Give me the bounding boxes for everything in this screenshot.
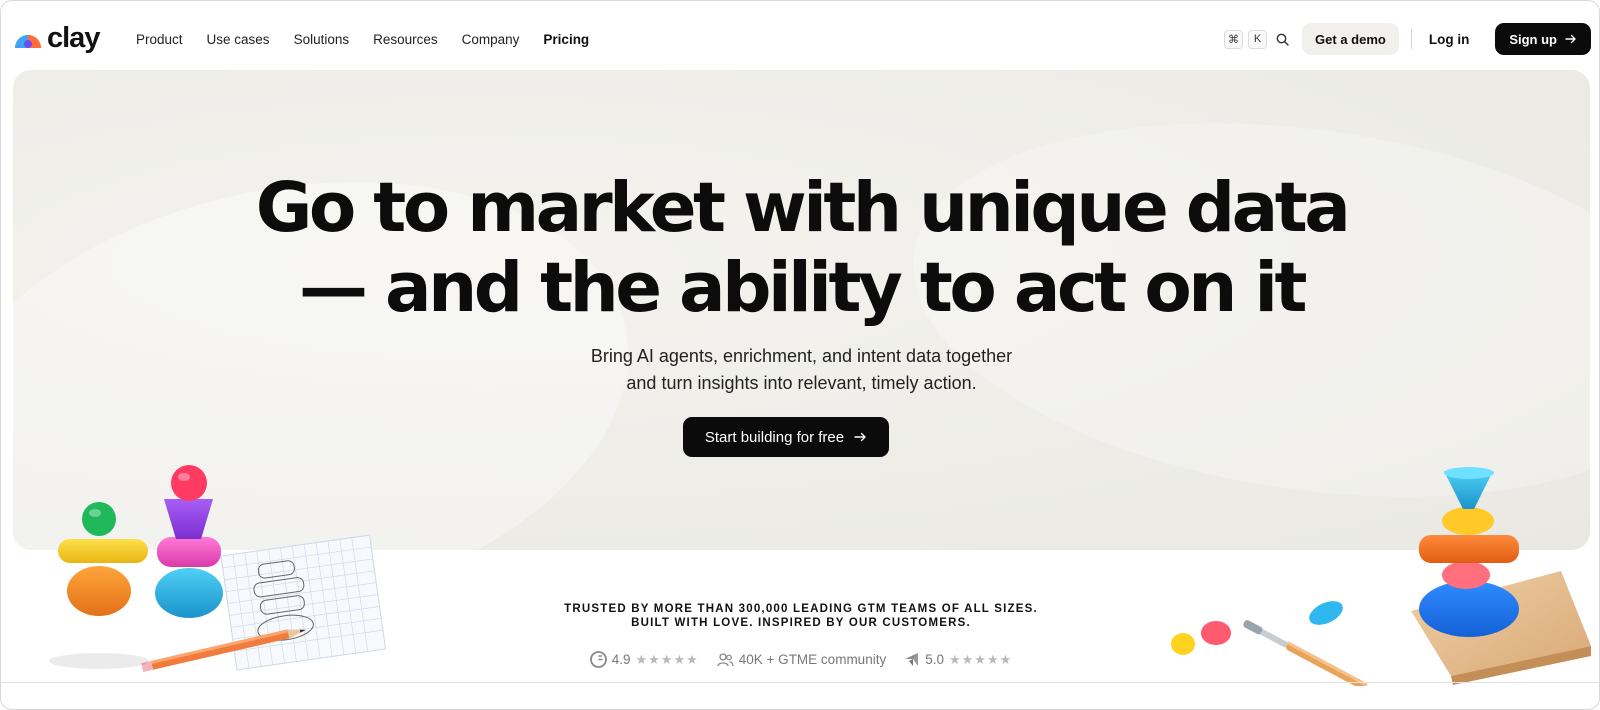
nav-actions: ⌘ K Get a demo Log in Sign up: [1224, 23, 1591, 55]
nav-link-product[interactable]: Product: [136, 30, 183, 50]
search-icon[interactable]: [1274, 31, 1290, 47]
subhead-line-2: and turn insights into relevant, timely …: [626, 373, 977, 393]
clay-logo[interactable]: clay: [13, 22, 100, 54]
nav-link-pricing[interactable]: Pricing: [543, 30, 589, 50]
hero-subhead: Bring AI agents, enrichment, and intent …: [13, 343, 1590, 397]
k-key-badge: K: [1248, 29, 1268, 49]
clay-logo-icon: [15, 35, 41, 48]
arrow-right-icon: [1565, 34, 1576, 44]
community-count[interactable]: 40K + GTME community: [717, 652, 886, 667]
signup-label: Sign up: [1509, 31, 1557, 47]
nav-divider: [1410, 29, 1412, 49]
community-label: 40K + GTME community: [738, 652, 887, 667]
bottom-divider: [1, 682, 1599, 683]
trust-line-2: BUILT WITH LOVE. INSPIRED BY OUR CUSTOME…: [631, 617, 971, 629]
headline-line-2: — and the ability to act on it: [299, 248, 1308, 328]
browser-frame: clay Product Use cases Solutions Resourc…: [0, 0, 1600, 710]
trust-line-1: TRUSTED BY MORE THAN 300,000 LEADING GTM…: [564, 603, 1038, 615]
capterra-stars: ★★★★★: [948, 651, 1013, 667]
signup-button[interactable]: Sign up: [1495, 23, 1591, 55]
top-nav: clay Product Use cases Solutions Resourc…: [1, 1, 1599, 77]
hero-headline: Go to market with unique data — and the …: [13, 168, 1590, 328]
arrow-right-icon: [854, 432, 866, 442]
get-demo-button[interactable]: Get a demo: [1302, 23, 1399, 55]
nav-link-use-cases[interactable]: Use cases: [207, 30, 270, 50]
g2-rating[interactable]: 4.9 ★★★★★: [589, 651, 699, 668]
cta-label: Start building for free: [704, 428, 845, 446]
capterra-icon: [905, 653, 919, 666]
g2-stars: ★★★★★: [635, 651, 699, 667]
g2-icon: [589, 651, 607, 668]
nav-link-solutions[interactable]: Solutions: [294, 30, 350, 50]
login-button[interactable]: Log in: [1429, 32, 1470, 47]
nav-links: Product Use cases Solutions Resources Co…: [136, 30, 613, 50]
logo-text: clay: [47, 22, 100, 54]
g2-rating-value: 4.9: [611, 652, 631, 667]
capterra-rating[interactable]: 5.0 ★★★★★: [904, 652, 1012, 668]
start-building-button[interactable]: Start building for free: [683, 417, 889, 457]
command-key-badge: ⌘: [1224, 29, 1244, 49]
nav-link-company[interactable]: Company: [462, 30, 520, 50]
nav-link-resources[interactable]: Resources: [373, 30, 438, 50]
capterra-rating-value: 5.0: [925, 652, 944, 667]
ratings-row: 4.9 ★★★★★ 40K + GTME community 5.0 ★★★★★: [1, 651, 1599, 668]
headline-line-1: Go to market with unique data: [255, 168, 1351, 248]
subhead-line-1: Bring AI agents, enrichment, and intent …: [590, 346, 1013, 366]
users-icon: [717, 652, 734, 666]
trust-statement: TRUSTED BY MORE THAN 300,000 LEADING GTM…: [1, 602, 1599, 630]
